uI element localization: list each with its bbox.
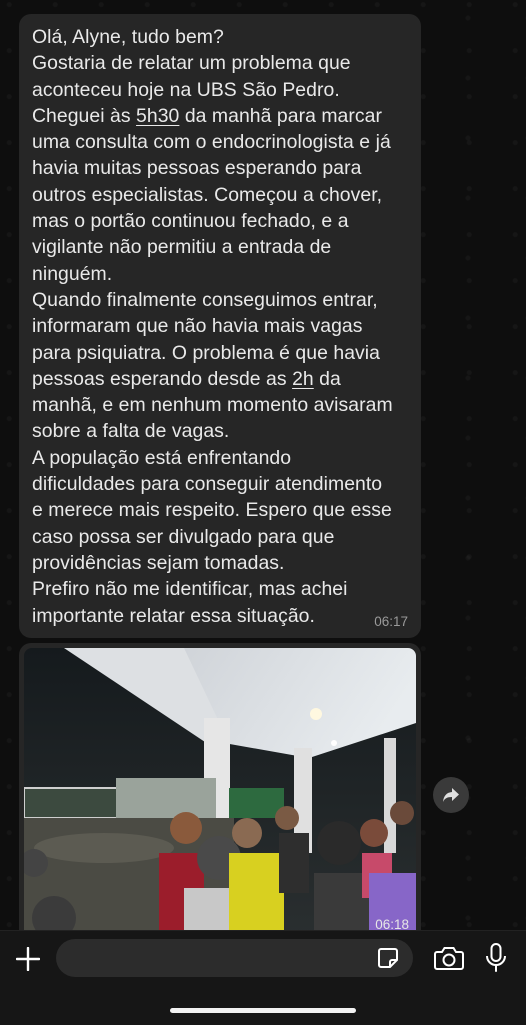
forward-button[interactable] [433, 777, 469, 813]
share-forward-icon [443, 788, 459, 802]
message-input[interactable] [56, 939, 413, 977]
attach-button[interactable] [14, 945, 42, 973]
text-message-bubble[interactable]: Olá, Alyne, tudo bem? Gostaria de relata… [19, 14, 421, 638]
home-indicator[interactable] [170, 1008, 356, 1013]
message-text: Olá, Alyne, tudo bem? Gostaria de relata… [32, 26, 393, 627]
message-timestamp: 06:17 [374, 614, 408, 629]
photo-thumbnail[interactable] [24, 648, 416, 933]
time-link[interactable]: 5h30 [136, 105, 179, 127]
image-message-bubble[interactable]: 06:18 [19, 643, 421, 933]
plus-icon [16, 947, 40, 971]
microphone-icon[interactable] [485, 943, 507, 973]
photo-illustration [24, 648, 416, 933]
camera-icon[interactable] [434, 945, 464, 971]
sticker-icon[interactable] [377, 947, 399, 969]
time-link[interactable]: 2h [292, 368, 314, 390]
